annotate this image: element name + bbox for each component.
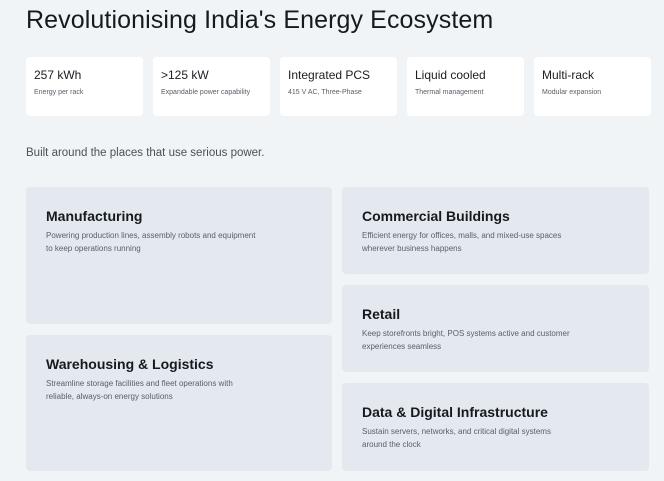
sector-title: Commercial Buildings	[362, 208, 510, 224]
sector-title: Manufacturing	[46, 208, 143, 224]
stat-label: Expandable power capability	[161, 89, 251, 96]
stat-card-cooling: Liquid cooled Thermal management	[407, 57, 524, 116]
sector-title: Retail	[362, 306, 401, 322]
stat-value: 257 kWh	[34, 68, 82, 82]
stat-value: Integrated PCS	[288, 68, 371, 82]
stat-label: Thermal management	[415, 89, 484, 96]
stat-value: >125 kW	[161, 68, 209, 82]
sector-title: Warehousing & Logistics	[46, 356, 214, 372]
sector-description: Efficient energy for offices, malls, and…	[362, 231, 562, 253]
stat-value: Liquid cooled	[415, 68, 486, 82]
stat-label: Modular expansion	[542, 89, 602, 96]
sector-description: Keep storefronts bright, POS systems act…	[362, 329, 570, 351]
stat-card-pcs: Integrated PCS 415 V AC, Three-Phase	[280, 57, 397, 116]
sector-card-manufacturing[interactable]: Manufacturing Powering production lines,…	[26, 187, 332, 324]
stat-label: Energy per rack	[34, 89, 84, 96]
sector-card-warehousing[interactable]: Warehousing & Logistics Streamline stora…	[26, 335, 332, 471]
page-title: Revolutionising India's Energy Ecosystem	[26, 6, 494, 34]
sector-card-data-infrastructure[interactable]: Data & Digital Infrastructure Sustain se…	[342, 383, 649, 471]
sector-description: Powering production lines, assembly robo…	[46, 231, 256, 253]
page: Revolutionising India's Energy Ecosystem…	[0, 0, 664, 481]
stat-card-expansion: Multi-rack Modular expansion	[534, 57, 651, 116]
stat-label: 415 V AC, Three-Phase	[288, 89, 362, 96]
sector-description: Streamline storage facilities and fleet …	[46, 379, 233, 401]
sector-title: Data & Digital Infrastructure	[362, 404, 548, 420]
stat-value: Multi-rack	[542, 68, 595, 82]
stats-row: 257 kWh Energy per rack >125 kW Expandab…	[26, 57, 651, 116]
stat-card-power: >125 kW Expandable power capability	[153, 57, 270, 116]
sector-description: Sustain servers, networks, and critical …	[362, 427, 551, 449]
stat-card-energy: 257 kWh Energy per rack	[26, 57, 143, 116]
section-tagline: Built around the places that use serious…	[26, 147, 265, 159]
sector-card-retail[interactable]: Retail Keep storefronts bright, POS syst…	[342, 285, 649, 372]
sector-card-commercial[interactable]: Commercial Buildings Efficient energy fo…	[342, 187, 649, 274]
